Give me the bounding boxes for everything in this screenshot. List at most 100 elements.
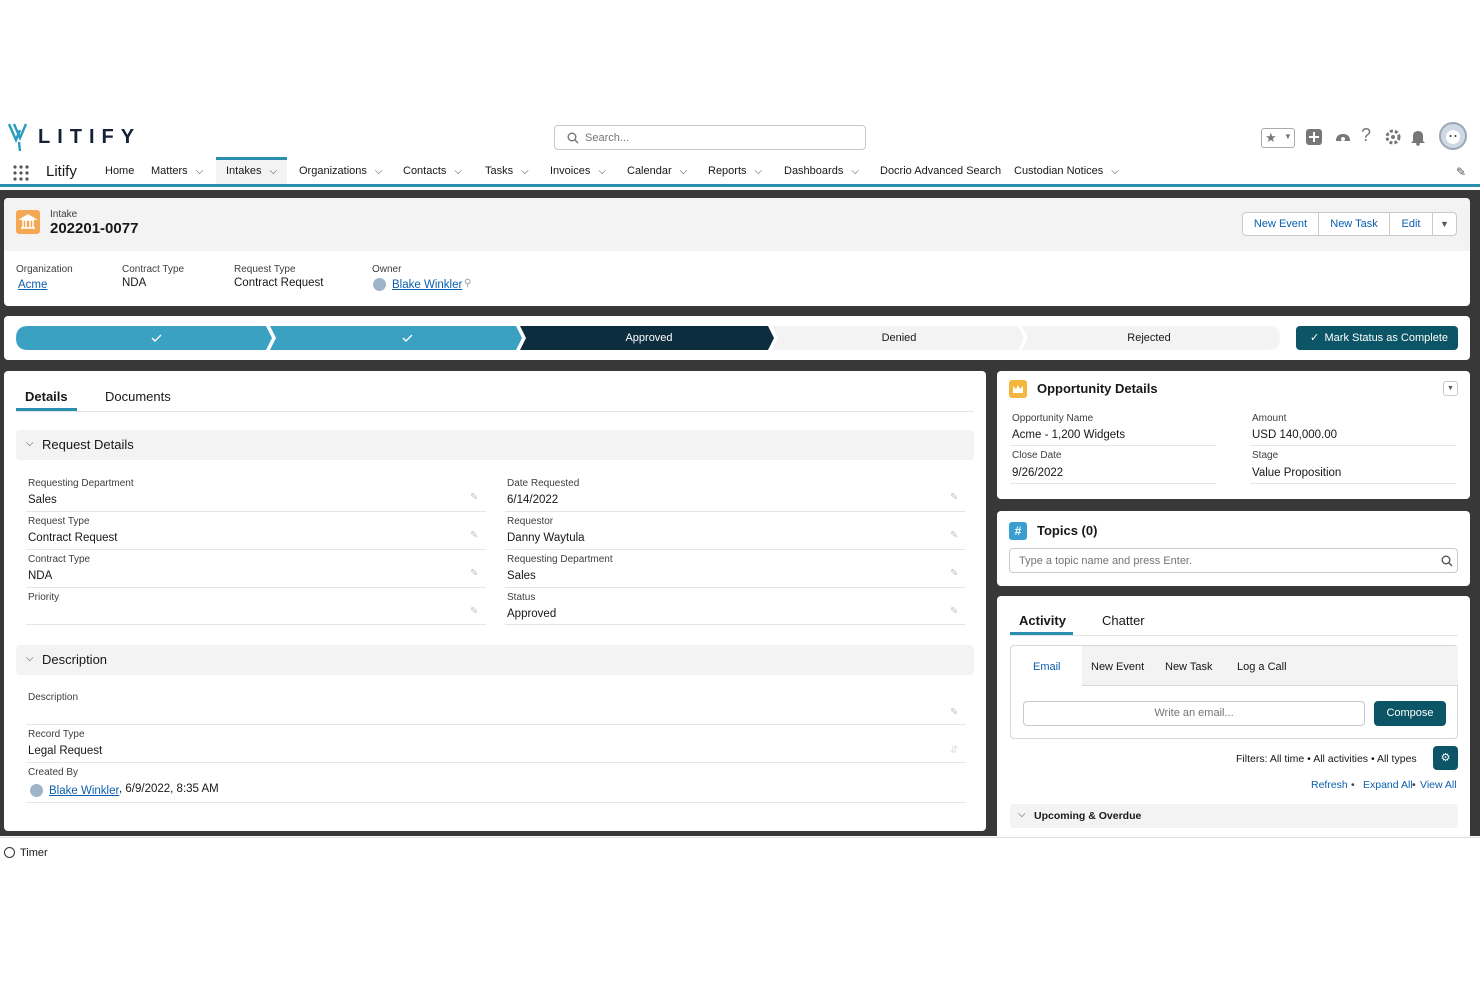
edit-pencil-icon[interactable]: ✎ xyxy=(470,568,480,579)
nav-item-reports[interactable]: Reports ⌵ xyxy=(708,157,762,184)
compose-button[interactable]: Compose xyxy=(1374,701,1446,726)
field-value: Sales xyxy=(507,570,536,582)
search-placeholder: Search... xyxy=(585,132,630,144)
path-step-2-shape[interactable] xyxy=(270,326,522,350)
nav-label: Contacts xyxy=(403,165,447,177)
nav-label: Invoices xyxy=(550,165,591,177)
chevron-down-icon: ⌵ xyxy=(26,438,34,449)
tab-activity[interactable]: Activity xyxy=(1019,613,1066,628)
organization-label: Organization xyxy=(16,264,73,275)
help-icon[interactable]: ? xyxy=(1361,125,1381,145)
subtab-new-task[interactable]: New Task xyxy=(1165,661,1212,673)
new-event-button[interactable]: New Event xyxy=(1242,212,1319,236)
edit-button[interactable]: Edit xyxy=(1389,212,1433,236)
notifications-bell-icon[interactable] xyxy=(1410,128,1430,148)
record-title: 202201-0077 xyxy=(50,220,139,237)
request-details-section-header[interactable]: ⌵ Request Details xyxy=(16,430,974,460)
tab-details[interactable]: Details xyxy=(25,389,68,404)
card-menu-dropdown[interactable]: ▼ xyxy=(1443,381,1458,396)
nav-item-calendar[interactable]: Calendar ⌵ xyxy=(627,157,687,184)
nav-item-contacts[interactable]: Contacts ⌵ xyxy=(403,157,462,184)
nav-label: Custodian Notices xyxy=(1014,165,1104,177)
field-value: NDA xyxy=(28,570,53,582)
tab-documents[interactable]: Documents xyxy=(105,389,171,404)
logo-wordmark: LITIFY xyxy=(38,126,142,148)
nav-item-dashboards[interactable]: Dashboards ⌵ xyxy=(784,157,859,184)
separator: • xyxy=(1351,779,1355,791)
chevron-down-icon[interactable]: ⌵ xyxy=(269,161,277,183)
edit-nav-pencil-icon[interactable]: ✎ xyxy=(1456,165,1466,179)
user-avatar[interactable] xyxy=(1439,122,1467,150)
mark-status-complete-button[interactable]: ✓ Mark Status as Complete xyxy=(1296,326,1458,350)
edit-pencil-icon[interactable]: ✎ xyxy=(470,606,480,617)
request-type-label: Request Type xyxy=(234,264,296,275)
publisher-box: Email New Event New Task Log a Call Writ… xyxy=(1010,645,1458,739)
timer-button[interactable]: Timer xyxy=(20,847,48,859)
chevron-down-icon[interactable]: ⌵ xyxy=(851,158,859,186)
subtab-log-a-call[interactable]: Log a Call xyxy=(1237,661,1287,673)
nav-item-docrio-advanced-search[interactable]: Docrio Advanced Search xyxy=(880,157,1001,184)
created-by-link[interactable]: Blake Winkler xyxy=(49,785,119,797)
more-actions-dropdown[interactable]: ▼ xyxy=(1432,212,1457,236)
nav-item-invoices[interactable]: Invoices ⌵ xyxy=(550,157,606,184)
refresh-link[interactable]: Refresh xyxy=(1311,779,1348,791)
locked-field-icon: ⇵ xyxy=(950,745,959,756)
subtab-email[interactable]: Email xyxy=(1033,661,1061,673)
separator: • xyxy=(1412,779,1416,791)
subtab-new-event[interactable]: New Event xyxy=(1091,661,1144,673)
email-input[interactable]: Write an email... xyxy=(1023,701,1365,726)
topic-input[interactable]: Type a topic name and press Enter. xyxy=(1009,548,1458,573)
description-section-header[interactable]: ⌵ Description xyxy=(16,645,974,675)
chevron-down-icon[interactable]: ⌵ xyxy=(521,158,529,186)
field-label: Date Requested xyxy=(507,478,580,489)
edit-pencil-icon[interactable]: ✎ xyxy=(470,492,480,503)
edit-pencil-icon[interactable]: ✎ xyxy=(950,530,960,541)
edit-pencil-icon[interactable]: ✎ xyxy=(950,707,960,718)
organization-link[interactable]: Acme xyxy=(18,279,47,291)
chevron-down-icon[interactable]: ⌵ xyxy=(1111,158,1119,186)
path-step-rejected-label: Rejected xyxy=(1127,332,1171,344)
global-create-icon[interactable] xyxy=(1305,128,1325,148)
creator-avatar xyxy=(30,784,43,797)
nav-item-home[interactable]: Home xyxy=(105,157,134,184)
owner-link[interactable]: Blake Winkler xyxy=(392,279,462,291)
favorites-star-icon[interactable]: ★ ▼ xyxy=(1261,128,1295,148)
opportunity-crown-icon xyxy=(1009,380,1027,398)
filter-settings-gear-icon[interactable]: ⚙ xyxy=(1433,746,1458,770)
path-step-1-shape[interactable] xyxy=(16,326,272,350)
nav-item-matters[interactable]: Matters ⌵ xyxy=(151,157,203,184)
edit-pencil-icon[interactable]: ✎ xyxy=(950,568,960,579)
topics-card: # Topics (0) Type a topic name and press… xyxy=(997,511,1470,586)
nav-item-tasks[interactable]: Tasks ⌵ xyxy=(485,157,529,184)
nav-item-custodian-notices[interactable]: Custodian Notices ⌵ xyxy=(1014,157,1119,184)
chevron-down-icon[interactable]: ⌵ xyxy=(598,158,606,186)
field-value: Danny Waytula xyxy=(507,532,585,544)
status-path-panel: Approved Denied Rejected ✓ Mark Status a… xyxy=(4,316,1470,360)
tab-chatter[interactable]: Chatter xyxy=(1102,613,1145,628)
edit-pencil-icon[interactable]: ✎ xyxy=(470,530,480,541)
app-launcher-icon[interactable] xyxy=(12,164,30,187)
chevron-down-icon[interactable]: ⌵ xyxy=(680,158,688,186)
view-all-link[interactable]: View All xyxy=(1420,779,1457,791)
expand-all-link[interactable]: Expand All xyxy=(1363,779,1413,791)
new-task-button[interactable]: New Task xyxy=(1318,212,1390,236)
chevron-down-icon[interactable]: ⌵ xyxy=(196,158,204,186)
guidance-center-icon[interactable] xyxy=(1334,128,1354,148)
edit-pencil-icon[interactable]: ✎ xyxy=(950,606,960,617)
change-owner-icon[interactable]: ⚲ xyxy=(464,278,471,289)
opportunity-details-card: Opportunity Details ▼ Opportunity Name A… xyxy=(997,371,1470,499)
chevron-down-icon[interactable]: ⌵ xyxy=(755,158,763,186)
timer-clock-icon[interactable] xyxy=(4,847,15,858)
nav-item-intakes[interactable]: Intakes ⌵ xyxy=(216,157,288,184)
global-search-input[interactable]: Search... xyxy=(554,125,866,150)
created-date: , 6/9/2022, 8:35 AM xyxy=(119,783,219,795)
chevron-down-icon[interactable]: ⌵ xyxy=(375,158,383,186)
litify-logo-icon[interactable] xyxy=(7,122,32,157)
created-by-label: Created By xyxy=(28,767,79,778)
chevron-down-icon[interactable]: ⌵ xyxy=(454,158,462,186)
setup-gear-icon[interactable] xyxy=(1384,128,1404,148)
upcoming-overdue-section[interactable]: ⌵ Upcoming & Overdue xyxy=(1010,804,1458,828)
nav-item-organizations[interactable]: Organizations ⌵ xyxy=(299,157,382,184)
chevron-down-icon: ⌵ xyxy=(26,653,34,664)
edit-pencil-icon[interactable]: ✎ xyxy=(950,492,960,503)
